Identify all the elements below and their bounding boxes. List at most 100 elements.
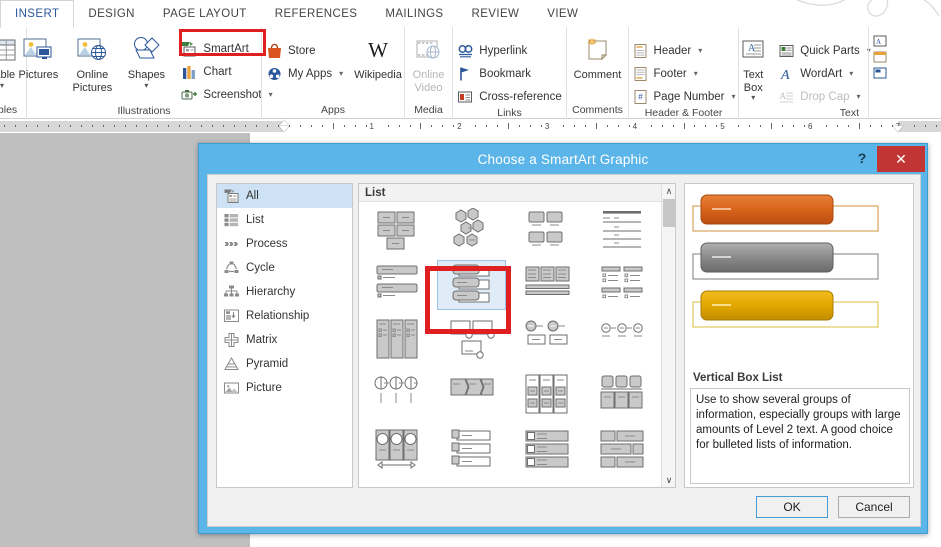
- tab-review[interactable]: REVIEW: [458, 0, 534, 28]
- chevron-down-icon[interactable]: ▾: [857, 92, 861, 101]
- tab-insert[interactable]: INSERT: [0, 0, 75, 28]
- gallery-thumbnail-alternating-picture-blocks[interactable]: [437, 425, 506, 475]
- category-list[interactable]: All List Process Cycle Hierarchy Relatio…: [216, 183, 353, 488]
- gallery-thumbnail-trapezoid-list[interactable]: [587, 425, 656, 475]
- my-apps-icon: [266, 65, 283, 82]
- online-video-button[interactable]: Online Video: [402, 32, 456, 94]
- smartart-gallery[interactable]: List ∧ ∨: [358, 183, 676, 488]
- page-number-button[interactable]: # Page Number ▾: [628, 86, 740, 107]
- gallery-thumbnail-alternating-hexagons[interactable]: [437, 205, 506, 255]
- header-button[interactable]: Header ▾: [628, 40, 740, 61]
- text-box-button[interactable]: A Text Box ▾: [732, 32, 774, 102]
- chevron-down-icon[interactable]: ▾: [694, 69, 698, 78]
- ribbon-group-media-label: Media: [414, 104, 443, 116]
- ruler-tick: [650, 125, 652, 127]
- wikipedia-button[interactable]: W Wikipedia: [352, 32, 404, 82]
- signature-line-icon[interactable]: A: [873, 35, 888, 48]
- scroll-up-icon[interactable]: ∧: [662, 184, 675, 198]
- gallery-thumbnail-horizontal-bullet-list[interactable]: [362, 425, 431, 475]
- wordart-button[interactable]: A WordArt ▾: [774, 63, 874, 84]
- cross-reference-button[interactable]: Cross-reference: [453, 86, 565, 107]
- scrollbar-thumb[interactable]: [663, 199, 675, 227]
- ruler-tick: [935, 125, 937, 127]
- gallery-thumbnail-vertical-chevron-list[interactable]: [587, 260, 656, 310]
- chevron-down-icon[interactable]: ▾: [751, 94, 755, 102]
- help-icon[interactable]: ?: [853, 149, 871, 167]
- chevron-down-icon[interactable]: ▾: [339, 69, 343, 78]
- chevron-down-icon[interactable]: ▾: [144, 81, 148, 89]
- gallery-thumbnail-grouped-list[interactable]: [437, 370, 506, 420]
- bookmark-button[interactable]: Bookmark: [453, 63, 565, 84]
- gallery-thumbnail-table-list[interactable]: [512, 425, 581, 475]
- category-item-matrix[interactable]: Matrix: [217, 328, 352, 352]
- category-item-pyramid[interactable]: Pyramid: [217, 352, 352, 376]
- ruler-number: 5: [720, 122, 725, 131]
- close-icon[interactable]: ✕: [877, 146, 925, 172]
- gallery-thumbnail-horizontal-picture-list[interactable]: [437, 315, 506, 365]
- chevron-down-icon[interactable]: ▾: [0, 81, 4, 89]
- gallery-grid[interactable]: [359, 202, 661, 487]
- tab-mailings[interactable]: MAILINGS: [371, 0, 457, 28]
- ruler-tick: [431, 125, 433, 127]
- scroll-down-icon[interactable]: ∨: [662, 473, 675, 487]
- dialog-buttons: OK Cancel: [756, 496, 910, 518]
- ribbon-group-illustrations: Pictures Online Pictures Shapes ▾ SmartA…: [19, 27, 273, 119]
- ruler-tick: [924, 125, 926, 127]
- quick-parts-button[interactable]: Quick Parts ▾: [774, 40, 874, 61]
- date-time-icon[interactable]: [873, 51, 888, 64]
- online-pictures-button[interactable]: Online Pictures: [65, 32, 119, 94]
- tab-design[interactable]: DESIGN: [74, 0, 149, 28]
- gallery-thumbnail-pie-process[interactable]: [362, 370, 431, 420]
- gallery-thumbnail-square-accent-list[interactable]: [587, 370, 656, 420]
- ribbon-group-text: A Text Box ▾ Quick Parts ▾ A WordArt ▾ A…: [738, 27, 871, 119]
- comment-button[interactable]: Comment: [571, 32, 625, 82]
- chevron-down-icon[interactable]: ▾: [698, 46, 702, 55]
- category-item-process[interactable]: Process: [217, 232, 352, 256]
- my-apps-button[interactable]: My Apps ▾: [262, 63, 348, 84]
- ruler-tick: [519, 125, 521, 127]
- relationship-icon: [223, 308, 239, 324]
- category-item-relationship[interactable]: Relationship: [217, 304, 352, 328]
- category-item-list[interactable]: List: [217, 208, 352, 232]
- drop-cap-button[interactable]: A Drop Cap ▾: [774, 86, 874, 107]
- footer-button[interactable]: Footer ▾: [628, 63, 740, 84]
- ok-button[interactable]: OK: [756, 496, 828, 518]
- tab-references[interactable]: REFERENCES: [261, 0, 372, 28]
- gallery-thumbnail-tab-list[interactable]: [512, 370, 581, 420]
- gallery-thumbnail-detailed-process[interactable]: [587, 315, 656, 365]
- gallery-thumbnail-stacked-list[interactable]: [512, 315, 581, 365]
- category-item-picture[interactable]: Picture: [217, 376, 352, 400]
- ribbon-tabbar: INSERT DESIGN PAGE LAYOUT REFERENCES MAI…: [0, 0, 941, 28]
- shapes-button[interactable]: Shapes ▾: [119, 32, 173, 89]
- tab-page-layout[interactable]: PAGE LAYOUT: [149, 0, 261, 28]
- category-item-cycle[interactable]: Cycle: [217, 256, 352, 280]
- gallery-thumbnail-vertical-bracket-list[interactable]: [512, 260, 581, 310]
- gallery-thumbnail-lined-list[interactable]: [587, 205, 656, 255]
- cancel-button[interactable]: Cancel: [838, 496, 910, 518]
- gallery-scrollbar[interactable]: ∧ ∨: [661, 184, 675, 487]
- tab-view[interactable]: VIEW: [533, 0, 592, 28]
- category-item-hierarchy[interactable]: Hierarchy: [217, 280, 352, 304]
- horizontal-ruler[interactable]: 1234567: [0, 119, 941, 133]
- smartart-icon: [181, 40, 198, 57]
- category-item-all[interactable]: All: [217, 184, 352, 208]
- chevron-down-icon[interactable]: ▾: [849, 69, 853, 78]
- ruler-right-indent-marker[interactable]: [893, 126, 903, 132]
- gallery-thumbnail-picture-caption-list[interactable]: [512, 205, 581, 255]
- gallery-thumbnail-vertical-box-list[interactable]: [437, 259, 506, 310]
- smartart-dialog: Choose a SmartArt Graphic ? ✕ All List P…: [198, 143, 928, 534]
- page-number-button-label: Page Number: [653, 90, 725, 103]
- gallery-thumbnail-basic-block-list[interactable]: [362, 205, 431, 255]
- ruler-hanging-indent-marker[interactable]: [279, 126, 289, 132]
- ruler-tick: [562, 125, 564, 127]
- gallery-thumbnail-vertical-bullet-list[interactable]: [362, 260, 431, 310]
- object-icon[interactable]: [873, 67, 888, 80]
- ruler-tick: [749, 125, 751, 127]
- gallery-thumbnail-vertical-block-list[interactable]: [362, 315, 431, 365]
- pictures-button[interactable]: Pictures: [11, 32, 65, 82]
- hyperlink-button[interactable]: Hyperlink: [453, 40, 565, 61]
- ruler-number: 6: [807, 122, 813, 131]
- ruler-tick: [880, 125, 882, 127]
- ribbon-tabs: INSERT DESIGN PAGE LAYOUT REFERENCES MAI…: [0, 0, 592, 28]
- store-button[interactable]: Store: [262, 40, 348, 61]
